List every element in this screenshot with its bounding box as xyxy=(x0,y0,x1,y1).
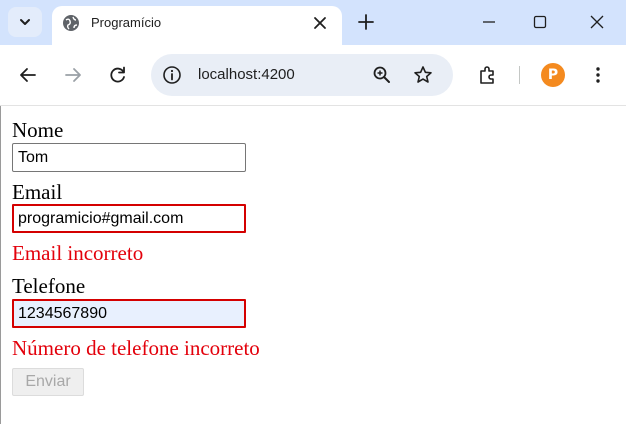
maximize-icon[interactable] xyxy=(530,12,550,32)
minimize-icon[interactable] xyxy=(479,12,499,32)
toolbar-divider xyxy=(519,66,520,84)
nome-label: Nome xyxy=(12,118,64,142)
telefone-error: Número de telefone incorreto xyxy=(12,336,260,360)
zoom-icon[interactable] xyxy=(372,65,392,85)
tab-search-button[interactable] xyxy=(8,7,42,37)
forward-arrow-icon[interactable] xyxy=(63,65,83,85)
back-arrow-icon[interactable] xyxy=(18,65,38,85)
email-input[interactable] xyxy=(12,204,246,233)
email-error: Email incorreto xyxy=(12,241,144,265)
viewport-edge xyxy=(0,106,1,424)
nome-input[interactable] xyxy=(12,143,246,172)
tab-search-icon xyxy=(20,19,30,25)
profile-initial: P xyxy=(547,67,559,83)
url-text[interactable]: localhost:4200 xyxy=(198,66,295,84)
site-info-icon[interactable] xyxy=(162,65,182,85)
browser-toolbar: localhost:4200 P xyxy=(0,45,626,106)
tab-title: Programício xyxy=(91,15,162,30)
extensions-icon[interactable] xyxy=(477,65,497,85)
plus-icon[interactable] xyxy=(356,12,376,32)
enviar-button[interactable]: Enviar xyxy=(12,368,84,396)
window-close-icon[interactable] xyxy=(587,12,607,32)
reload-icon[interactable] xyxy=(108,65,128,85)
bookmark-star-icon[interactable] xyxy=(413,65,433,85)
tab-strip: Programício xyxy=(0,0,626,45)
profile-avatar[interactable]: P xyxy=(541,63,565,87)
address-bar[interactable]: localhost:4200 xyxy=(151,54,453,96)
menu-kebab-icon[interactable] xyxy=(588,65,608,85)
globe-icon xyxy=(63,15,79,31)
active-tab[interactable]: Programício xyxy=(52,6,342,45)
telefone-input[interactable] xyxy=(12,299,246,328)
telefone-label: Telefone xyxy=(12,274,86,298)
page-content: Nome Email Email incorreto Telefone Núme… xyxy=(0,106,626,424)
email-label: Email xyxy=(12,180,63,204)
close-icon[interactable] xyxy=(311,14,329,32)
